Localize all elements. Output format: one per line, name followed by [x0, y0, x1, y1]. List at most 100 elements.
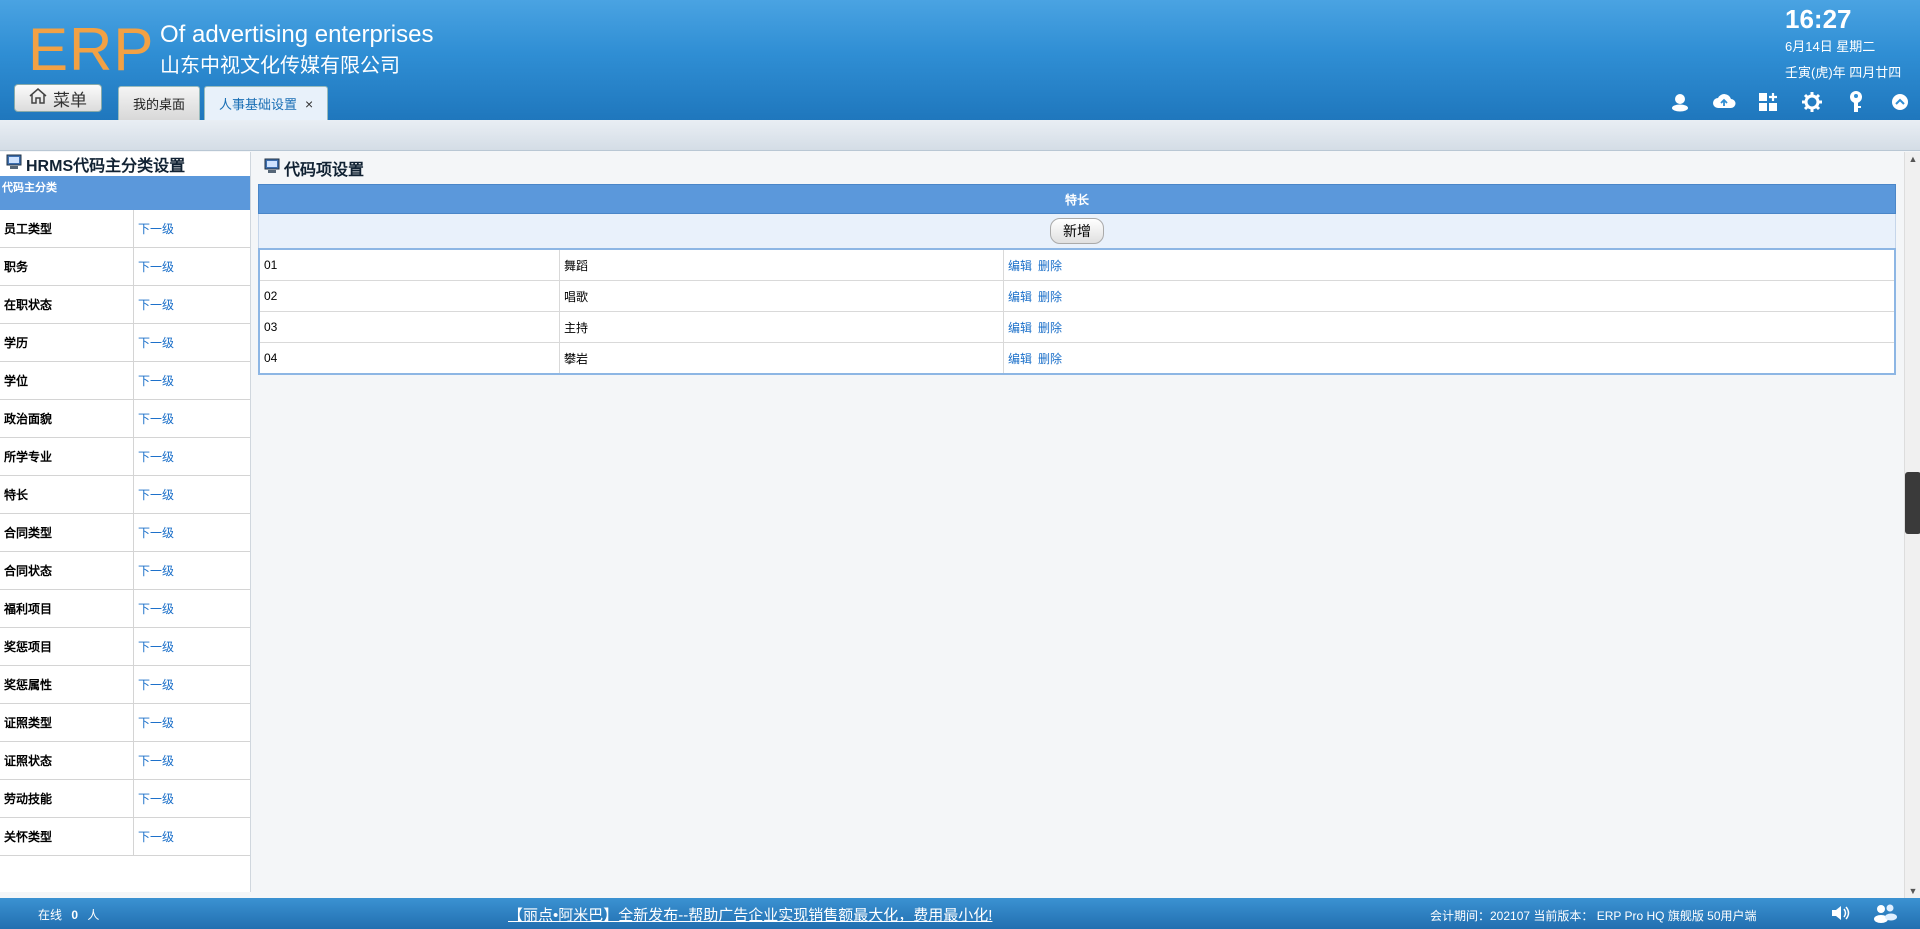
next-level-link[interactable]: 下一级	[134, 638, 174, 655]
close-icon[interactable]: ×	[305, 96, 313, 112]
menu-label: 菜单	[53, 90, 87, 110]
category-name: 政治面貌	[0, 400, 134, 437]
next-level-link[interactable]: 下一级	[134, 410, 174, 427]
list-item: 奖惩属性 下一级	[0, 666, 250, 704]
edit-link[interactable]: 编辑	[1008, 257, 1032, 274]
key-icon[interactable]	[1844, 90, 1868, 114]
users-icon[interactable]	[1872, 903, 1898, 926]
list-item: 所学专业 下一级	[0, 438, 250, 476]
right-panel-title-text: 代码项设置	[284, 162, 365, 179]
status-bar: 在线 0 人 【丽点•阿米巴】全新发布--帮助广告企业实现销售额最大化，费用最小…	[0, 898, 1920, 929]
table-row: 02 唱歌 编辑 删除	[260, 281, 1894, 312]
tab-my-desktop[interactable]: 我的桌面	[118, 86, 201, 120]
add-button[interactable]: 新增	[1050, 218, 1104, 244]
category-name: 所学专业	[0, 438, 134, 475]
delete-link[interactable]: 删除	[1038, 257, 1062, 274]
scroll-up-icon[interactable]: ▲	[1905, 152, 1920, 166]
scrollbar-thumb[interactable]	[1905, 472, 1920, 534]
actions-cell: 编辑 删除	[1004, 350, 1062, 367]
list-item: 证照状态 下一级	[0, 742, 250, 780]
actions-cell: 编辑 删除	[1004, 257, 1062, 274]
add-bar: 新增	[258, 214, 1896, 248]
edit-link[interactable]: 编辑	[1008, 350, 1032, 367]
list-item: 奖惩项目 下一级	[0, 628, 250, 666]
vertical-scrollbar[interactable]: ▲ ▼	[1904, 152, 1920, 898]
online-count: 在线 0 人	[38, 906, 99, 923]
collapse-icon[interactable]	[1888, 90, 1912, 114]
category-name: 合同类型	[0, 514, 134, 551]
list-item: 劳动技能 下一级	[0, 780, 250, 818]
category-name: 奖惩属性	[0, 666, 134, 703]
accounting-period: 会计期间：202107 当前版本： ERP Pro HQ 旗舰版 50用户端	[1430, 909, 1757, 923]
category-name: 员工类型	[0, 210, 134, 247]
category-name: 证照状态	[0, 742, 134, 779]
category-name: 学位	[0, 362, 134, 399]
cloud-icon[interactable]	[1712, 90, 1736, 114]
category-name: 劳动技能	[0, 780, 134, 817]
next-level-link[interactable]: 下一级	[134, 486, 174, 503]
app-tagline: Of advertising enterprises	[160, 21, 434, 48]
tab-hr-basic-settings[interactable]: 人事基础设置 ×	[204, 86, 329, 120]
list-item: 学位 下一级	[0, 362, 250, 400]
computer-icon	[6, 154, 22, 175]
app-header: ERP Of advertising enterprises 山东中视文化传媒有…	[0, 0, 1920, 120]
home-icon	[29, 87, 47, 109]
computer-icon	[264, 158, 280, 179]
speaker-icon[interactable]	[1830, 903, 1852, 926]
next-level-link[interactable]: 下一级	[134, 676, 174, 693]
edit-link[interactable]: 编辑	[1008, 288, 1032, 305]
tab-bar: 我的桌面 人事基础设置 ×	[118, 86, 329, 120]
code-cell: 01	[260, 250, 560, 280]
clock-time: 16:27	[1785, 4, 1852, 34]
delete-link[interactable]: 删除	[1038, 288, 1062, 305]
online-unit: 人	[87, 908, 100, 922]
announcement-link[interactable]: 【丽点•阿米巴】全新发布--帮助广告企业实现销售额最大化，费用最小化!	[508, 904, 992, 925]
next-level-link[interactable]: 下一级	[134, 372, 174, 389]
left-panel-title: HRMS代码主分类设置	[0, 152, 250, 176]
menu-button[interactable]: 菜单	[14, 84, 102, 112]
name-cell: 唱歌	[560, 281, 1004, 311]
grid-add-icon[interactable]	[1756, 90, 1780, 114]
category-name: 福利项目	[0, 590, 134, 627]
next-level-link[interactable]: 下一级	[134, 448, 174, 465]
list-item: 职务 下一级	[0, 248, 250, 286]
edit-link[interactable]: 编辑	[1008, 319, 1032, 336]
next-level-link[interactable]: 下一级	[134, 334, 174, 351]
actions-cell: 编辑 删除	[1004, 288, 1062, 305]
next-level-link[interactable]: 下一级	[134, 790, 174, 807]
scroll-down-icon[interactable]: ▼	[1905, 884, 1920, 898]
delete-link[interactable]: 删除	[1038, 319, 1062, 336]
name-cell: 主持	[560, 312, 1004, 342]
code-table-header: 特长	[258, 184, 1896, 214]
list-item: 证照类型 下一级	[0, 704, 250, 742]
user-icon[interactable]	[1668, 90, 1692, 114]
next-level-link[interactable]: 下一级	[134, 524, 174, 541]
next-level-link[interactable]: 下一级	[134, 714, 174, 731]
online-label: 在线	[38, 908, 63, 922]
next-level-link[interactable]: 下一级	[134, 828, 174, 845]
code-cell: 03	[260, 312, 560, 342]
next-level-link[interactable]: 下一级	[134, 600, 174, 617]
code-category-panel: HRMS代码主分类设置 代码主分类 员工类型 下一级 职务 下一级 在职状态 下一级 学历下…	[0, 152, 251, 892]
category-name: 学历	[0, 324, 134, 361]
category-name: 特长	[0, 476, 134, 513]
clock-date: 6月14日 星期二	[1785, 39, 1876, 54]
table-row: 03 主持 编辑 删除	[260, 312, 1894, 343]
next-level-link[interactable]: 下一级	[134, 562, 174, 579]
header-toolbar	[1668, 90, 1912, 114]
list-item: 福利项目 下一级	[0, 590, 250, 628]
gear-icon[interactable]	[1800, 90, 1824, 114]
list-item: 学历 下一级	[0, 324, 250, 362]
clock-lunar-date: 壬寅(虎)年 四月廿四	[1785, 65, 1902, 80]
delete-link[interactable]: 删除	[1038, 350, 1062, 367]
next-level-link[interactable]: 下一级	[134, 296, 174, 313]
list-item: 关怀类型 下一级	[0, 818, 250, 856]
next-level-link[interactable]: 下一级	[134, 220, 174, 237]
category-name: 奖惩项目	[0, 628, 134, 665]
category-list: 员工类型 下一级 职务 下一级 在职状态 下一级 学历 下一级 学位 下一级 政治面貌 下一级 所学专业…	[0, 210, 250, 856]
next-level-link[interactable]: 下一级	[134, 752, 174, 769]
table-row: 01 舞蹈 编辑 删除	[260, 250, 1894, 281]
category-name: 职务	[0, 248, 134, 285]
next-level-link[interactable]: 下一级	[134, 258, 174, 275]
category-name: 合同状态	[0, 552, 134, 589]
